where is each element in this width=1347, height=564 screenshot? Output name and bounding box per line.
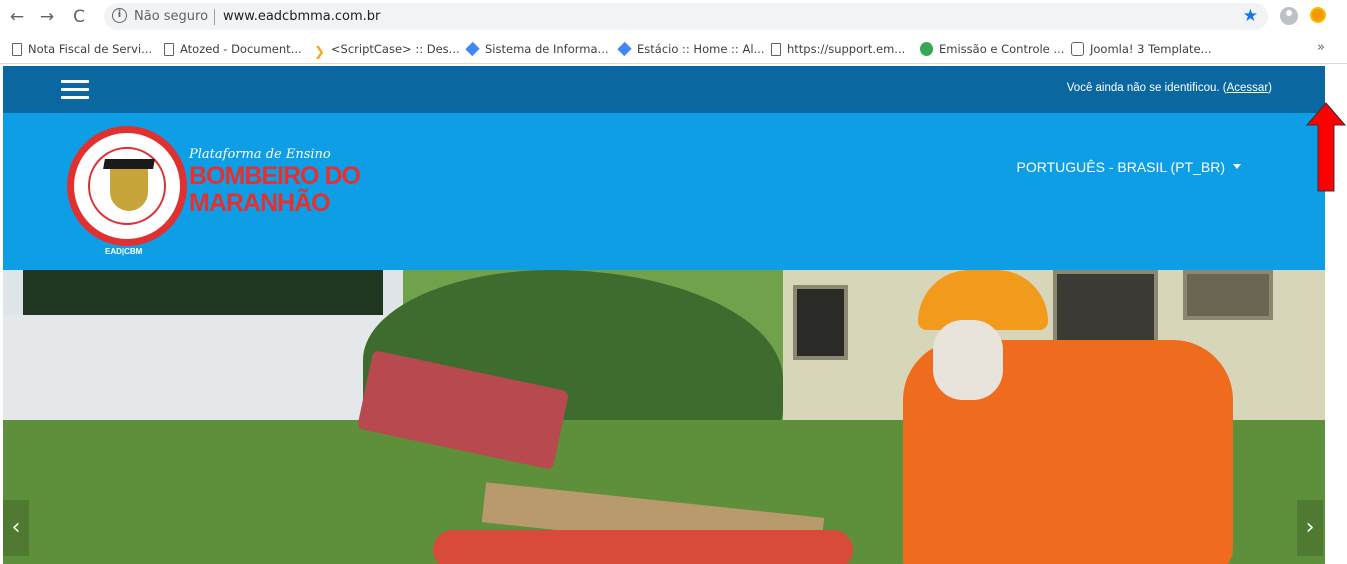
logo-title[interactable]: BOMBEIRO DO MARANHÃO — [189, 162, 361, 217]
slider-prev-button[interactable]: ‹ — [3, 500, 29, 556]
info-icon[interactable]: i — [112, 8, 127, 23]
site-header: EAD|CBM Plataforma de Ensino BOMBEIRO DO… — [3, 113, 1325, 270]
annotation-arrow-icon — [1305, 102, 1347, 192]
forward-arrow-icon[interactable]: → — [36, 6, 58, 28]
diamond-icon — [617, 41, 632, 57]
scriptcase-icon: ❯ — [314, 45, 325, 60]
bookmark-item[interactable]: https://support.em... — [771, 40, 905, 58]
logo-subtitle: Plataforma de Ensino — [189, 147, 331, 162]
hero-window — [793, 285, 848, 360]
hero-mask — [933, 320, 1003, 400]
bookmark-label: Nota Fiscal de Servi... — [28, 42, 153, 56]
bookmark-label: Atozed - Document... — [180, 42, 302, 56]
more-bookmarks-button[interactable]: » — [1317, 40, 1325, 55]
divider — [214, 9, 215, 25]
bookmark-item[interactable]: Nota Fiscal de Servi... — [12, 40, 152, 58]
bookmark-item[interactable]: Emissão e Controle ... — [920, 40, 1064, 58]
seal-inner — [88, 147, 166, 225]
page-icon — [164, 43, 174, 56]
bookmark-label: Joomla! 3 Template... — [1090, 42, 1212, 56]
recycle-icon — [920, 42, 933, 56]
bookmark-item[interactable]: ❯ <ScriptCase> :: Des... — [314, 40, 460, 60]
page-icon — [771, 43, 781, 56]
profile-avatar-icon[interactable] — [1280, 7, 1298, 25]
address-bar[interactable]: i Não seguro www.eadcbmma.com.br ★ — [104, 3, 1268, 30]
hero-slider — [3, 270, 1325, 564]
hero-victim — [433, 530, 853, 564]
slider-next-button[interactable]: › — [1297, 500, 1323, 556]
menu-icon[interactable] — [61, 80, 89, 100]
login-prefix: Você ainda não se identificou. ( — [1066, 82, 1227, 94]
bookmark-label: https://support.em... — [787, 42, 906, 56]
login-suffix: ) — [1268, 82, 1272, 94]
diamond-icon — [465, 41, 480, 57]
logo-title-line: BOMBEIRO DO — [189, 162, 361, 190]
site-topbar: Você ainda não se identificou. (Acessar) — [3, 66, 1325, 113]
browser-toolbar: ← → C i Não seguro www.eadcbmma.com.br ★ — [0, 0, 1347, 34]
security-label: Não seguro — [134, 9, 209, 24]
back-arrow-icon[interactable]: ← — [6, 6, 28, 28]
bookmark-item[interactable]: Estácio :: Home :: Al... — [617, 40, 765, 58]
hero-window — [1183, 270, 1273, 320]
bookmark-label: Sistema de Informa... — [485, 42, 609, 56]
page-icon — [12, 43, 22, 56]
language-selector[interactable]: PORTUGUÊS - BRASIL (PT_BR) — [1017, 159, 1241, 175]
crest-icon — [110, 165, 148, 211]
bookmark-item[interactable]: Joomla! 3 Template... — [1071, 40, 1212, 58]
logo-caption: EAD|CBM — [105, 247, 143, 256]
bookmarks-bar: Nota Fiscal de Servi... Atozed - Documen… — [0, 34, 1347, 64]
bookmark-item[interactable]: Atozed - Document... — [164, 40, 302, 58]
login-link[interactable]: Acessar — [1227, 82, 1269, 94]
bookmark-item[interactable]: Sistema de Informa... — [465, 40, 609, 58]
cbmma-seal-logo[interactable] — [67, 126, 187, 246]
login-status: Você ainda não se identificou. (Acessar) — [1067, 82, 1272, 94]
logo-title-line: MARANHÃO — [189, 189, 331, 217]
language-label: PORTUGUÊS - BRASIL (PT_BR) — [1016, 159, 1225, 175]
bookmark-label: Emissão e Controle ... — [939, 42, 1065, 56]
bookmark-label: <ScriptCase> :: Des... — [330, 42, 460, 56]
reload-icon[interactable]: C — [68, 6, 90, 28]
caret-down-icon — [1233, 164, 1241, 169]
extension-icon[interactable] — [1310, 7, 1326, 23]
url-text[interactable]: www.eadcbmma.com.br — [223, 9, 380, 24]
bookmark-label: Estácio :: Home :: Al... — [637, 42, 765, 56]
joomla-icon — [1071, 42, 1084, 56]
bookmark-star-icon[interactable]: ★ — [1243, 6, 1258, 26]
